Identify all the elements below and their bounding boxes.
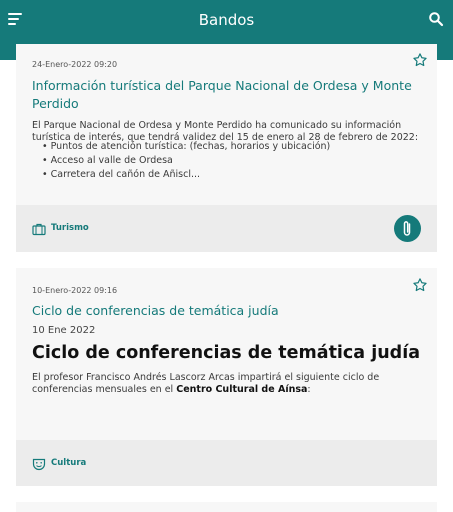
list-item-text: Carretera del cañón de Añiscl...	[50, 169, 201, 180]
category-label: Cultura	[51, 458, 87, 468]
category-label: Turismo	[51, 223, 89, 233]
theater-masks-icon	[32, 456, 46, 471]
summary-text: :	[307, 384, 311, 395]
paperclip-icon[interactable]	[394, 215, 421, 242]
bando-card[interactable]: 24-Enero-2022 09:20 Información turístic…	[16, 44, 437, 252]
list-item: • Carretera del cañón de Añiscl...	[42, 169, 201, 180]
card-date: 10-Enero-2022 09:16	[32, 286, 118, 295]
star-icon[interactable]	[412, 52, 428, 68]
summary-line: conferencias mensuales en el Centro Cult…	[32, 384, 427, 396]
suitcase-icon	[32, 221, 46, 236]
card-title[interactable]: Ciclo de conferencias de temática judía	[32, 302, 412, 320]
venue-name: Centro Cultural de Aínsa	[176, 384, 308, 395]
card-footer: Turismo	[16, 205, 437, 252]
content-heading: Ciclo de conferencias de temática judía	[32, 343, 420, 363]
page-title: Bandos	[198, 11, 255, 29]
list-item: • Acceso al valle de Ordesa	[42, 155, 173, 166]
content-date: 10 Ene 2022	[32, 325, 96, 336]
list-item-text: Acceso al valle de Ordesa	[50, 155, 173, 166]
list-item-text: Puntos de atención turística: (fechas, h…	[50, 141, 331, 152]
search-icon[interactable]	[428, 11, 444, 27]
summary-text: conferencias mensuales en el	[32, 384, 177, 395]
card-summary: El profesor Francisco Andrés Lascorz Arc…	[32, 372, 427, 396]
card-date: 24-Enero-2022 09:20	[32, 60, 118, 69]
bando-card[interactable]	[16, 502, 437, 512]
star-icon[interactable]	[412, 277, 428, 293]
card-footer: Cultura	[16, 440, 437, 486]
summary-line: El Parque Nacional de Ordesa y Monte Per…	[32, 120, 402, 131]
summary-line: El profesor Francisco Andrés Lascorz Arc…	[32, 372, 380, 383]
card-title-line: Información turística del Parque Naciona…	[32, 78, 412, 93]
list-item: • Puntos de atención turística: (fechas,…	[42, 141, 331, 152]
card-title-line: Perdido	[32, 96, 79, 111]
card-title[interactable]: Información turística del Parque Naciona…	[32, 77, 412, 113]
bando-card[interactable]: 10-Enero-2022 09:16 Ciclo de conferencia…	[16, 268, 437, 486]
